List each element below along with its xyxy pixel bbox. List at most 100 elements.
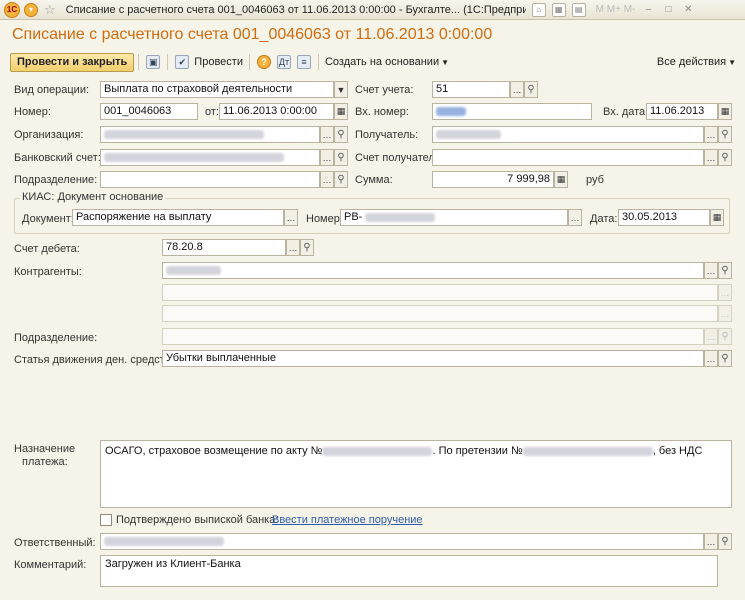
cashflow-field[interactable]: Убытки выплаченные [162,350,704,367]
redacted-value [322,446,433,456]
organization-select-icon[interactable]: … [320,126,334,143]
operation-type-dropdown-icon[interactable]: ▼ [334,81,348,98]
account-select-icon[interactable]: … [510,81,524,98]
bank-account-label: Банковский счет: [14,152,101,164]
minimize-icon[interactable]: – [641,4,655,16]
contractor-select-icon[interactable]: … [704,262,718,279]
payment-purpose-label-line1: Назначение [14,443,76,455]
toolbar-divider [317,54,319,70]
create-based-on-button[interactable]: Создать на основании ▼ [323,56,451,68]
account-field[interactable]: 51 [432,81,510,98]
bank-account-search-icon[interactable]: ⚲ [334,149,348,166]
incoming-date-field[interactable]: 11.06.2013 [646,103,718,120]
document-date-field[interactable]: 30.05.2013 [618,209,710,226]
help-icon[interactable]: ? [256,55,271,69]
operation-type-field[interactable]: Выплата по страховой деятельности [100,81,334,98]
close-icon[interactable]: ✕ [681,4,695,16]
purpose-text-2: . По претензии № [432,445,523,457]
contractors-label: Контрагенты: [14,266,82,278]
contractor-2-select-icon: … [718,284,732,301]
calculator-icon[interactable]: ▦ [551,2,566,17]
document-number-value: РВ- [344,211,363,223]
bank-account-field[interactable] [100,149,320,166]
comment-field[interactable]: Загружен из Клиент-Банка [100,555,718,587]
cashflow-search-icon[interactable]: ⚲ [718,350,732,367]
organization-label: Организация: [14,129,84,141]
organization-search-icon[interactable]: ⚲ [334,126,348,143]
toolbar: Провести и закрыть ▣ ✔ Провести ? Дт ≡ С… [10,52,738,72]
create-based-on-label: Создать на основании [324,56,440,68]
organization-field[interactable] [100,126,320,143]
subdivision-2-field [162,328,704,345]
recipient-account-label: Счет получателя: [355,152,444,164]
app-logo-icon[interactable]: 1С [4,1,20,18]
post-and-close-button[interactable]: Провести и закрыть [10,52,135,72]
redacted-value [104,536,224,546]
responsible-search-icon[interactable]: ⚲ [718,533,732,550]
payment-purpose-label-line2: платежа: [22,456,68,468]
post-icon[interactable]: ✔ [175,55,190,69]
document-select-icon[interactable]: … [284,209,298,226]
account-search-icon[interactable]: ⚲ [524,81,538,98]
all-actions-label: Все действия [656,56,727,68]
comment-label: Комментарий: [14,559,87,571]
memory-buttons[interactable]: M M+ M- [596,4,636,15]
calendar-icon[interactable]: ▦ [334,103,348,120]
calendar-icon[interactable]: ▦ [710,209,724,226]
contractor-search-icon[interactable]: ⚲ [718,262,732,279]
debit-account-field[interactable]: 78.20.8 [162,239,286,256]
payment-purpose-field[interactable]: ОСАГО, страховое возмещение по акту № . П… [100,440,732,508]
cashflow-select-icon[interactable]: … [704,350,718,367]
toolbar-divider [167,54,169,70]
document-number-select-icon[interactable]: … [568,209,582,226]
date-field[interactable]: 11.06.2013 0:00:00 [219,103,334,120]
responsible-select-icon[interactable]: … [704,533,718,550]
favorite-star-icon[interactable]: ☆ [44,2,56,18]
toolbar-divider [248,54,250,70]
kias-group-title: КИАС: Документ основание [20,191,166,203]
debit-account-select-icon[interactable]: … [286,239,300,256]
redacted-value [104,152,284,162]
calendar-icon[interactable]: ▤ [571,2,586,17]
page-title: Списание с расчетного счета 001_0046063 … [12,26,493,43]
subdivision-field[interactable] [100,171,320,188]
redacted-value [365,212,436,222]
recipient-account-field[interactable] [432,149,704,166]
document-field[interactable]: Распоряжение на выплату [72,209,284,226]
sum-field[interactable]: 7 999,98 [432,171,554,188]
bank-confirmed-checkbox[interactable] [100,514,112,526]
redacted-value [104,129,264,139]
contractor-field-1[interactable] [162,262,704,279]
responsible-field[interactable] [100,533,704,550]
debit-account-search-icon[interactable]: ⚲ [300,239,314,256]
calculator-icon[interactable]: ▦ [554,171,568,188]
number-field[interactable]: 001_0046063 [100,103,198,120]
window-title: Списание с расчетного счета 001_0046063 … [65,3,526,16]
document-icon[interactable]: ≡ [296,55,311,69]
incoming-number-field[interactable] [432,103,592,120]
accounting-entries-icon[interactable]: Дт [276,55,291,69]
recipient-field[interactable] [432,126,704,143]
maximize-icon[interactable]: □ [661,4,675,16]
recipient-search-icon[interactable]: ⚲ [718,126,732,143]
document-number-field[interactable]: РВ- [340,209,568,226]
post-button[interactable]: Провести [192,56,245,68]
sum-label: Сумма: [355,174,393,186]
enter-payment-order-link[interactable]: Ввести платежное поручение [272,514,423,526]
menu-arrow-icon[interactable]: ▾ [24,2,38,17]
purpose-text-3: , без НДС [652,445,703,457]
all-actions-button[interactable]: Все действия ▼ [655,56,738,68]
recipient-account-search-icon[interactable]: ⚲ [718,149,732,166]
window-titlebar: 1С ▾ ☆ Списание с расчетного счета 001_0… [0,0,745,20]
home-icon[interactable]: ⌂ [531,2,546,17]
account-label: Счет учета: [355,84,414,96]
calendar-icon[interactable]: ▦ [718,103,732,120]
subdivision-search-icon[interactable]: ⚲ [334,171,348,188]
recipient-account-select-icon[interactable]: … [704,149,718,166]
save-icon[interactable]: ▣ [146,55,161,69]
bank-account-select-icon[interactable]: … [320,149,334,166]
redacted-value [436,129,501,139]
recipient-select-icon[interactable]: … [704,126,718,143]
subdivision-select-icon[interactable]: … [320,171,334,188]
subdivision-2-label: Подразделение: [14,332,98,344]
